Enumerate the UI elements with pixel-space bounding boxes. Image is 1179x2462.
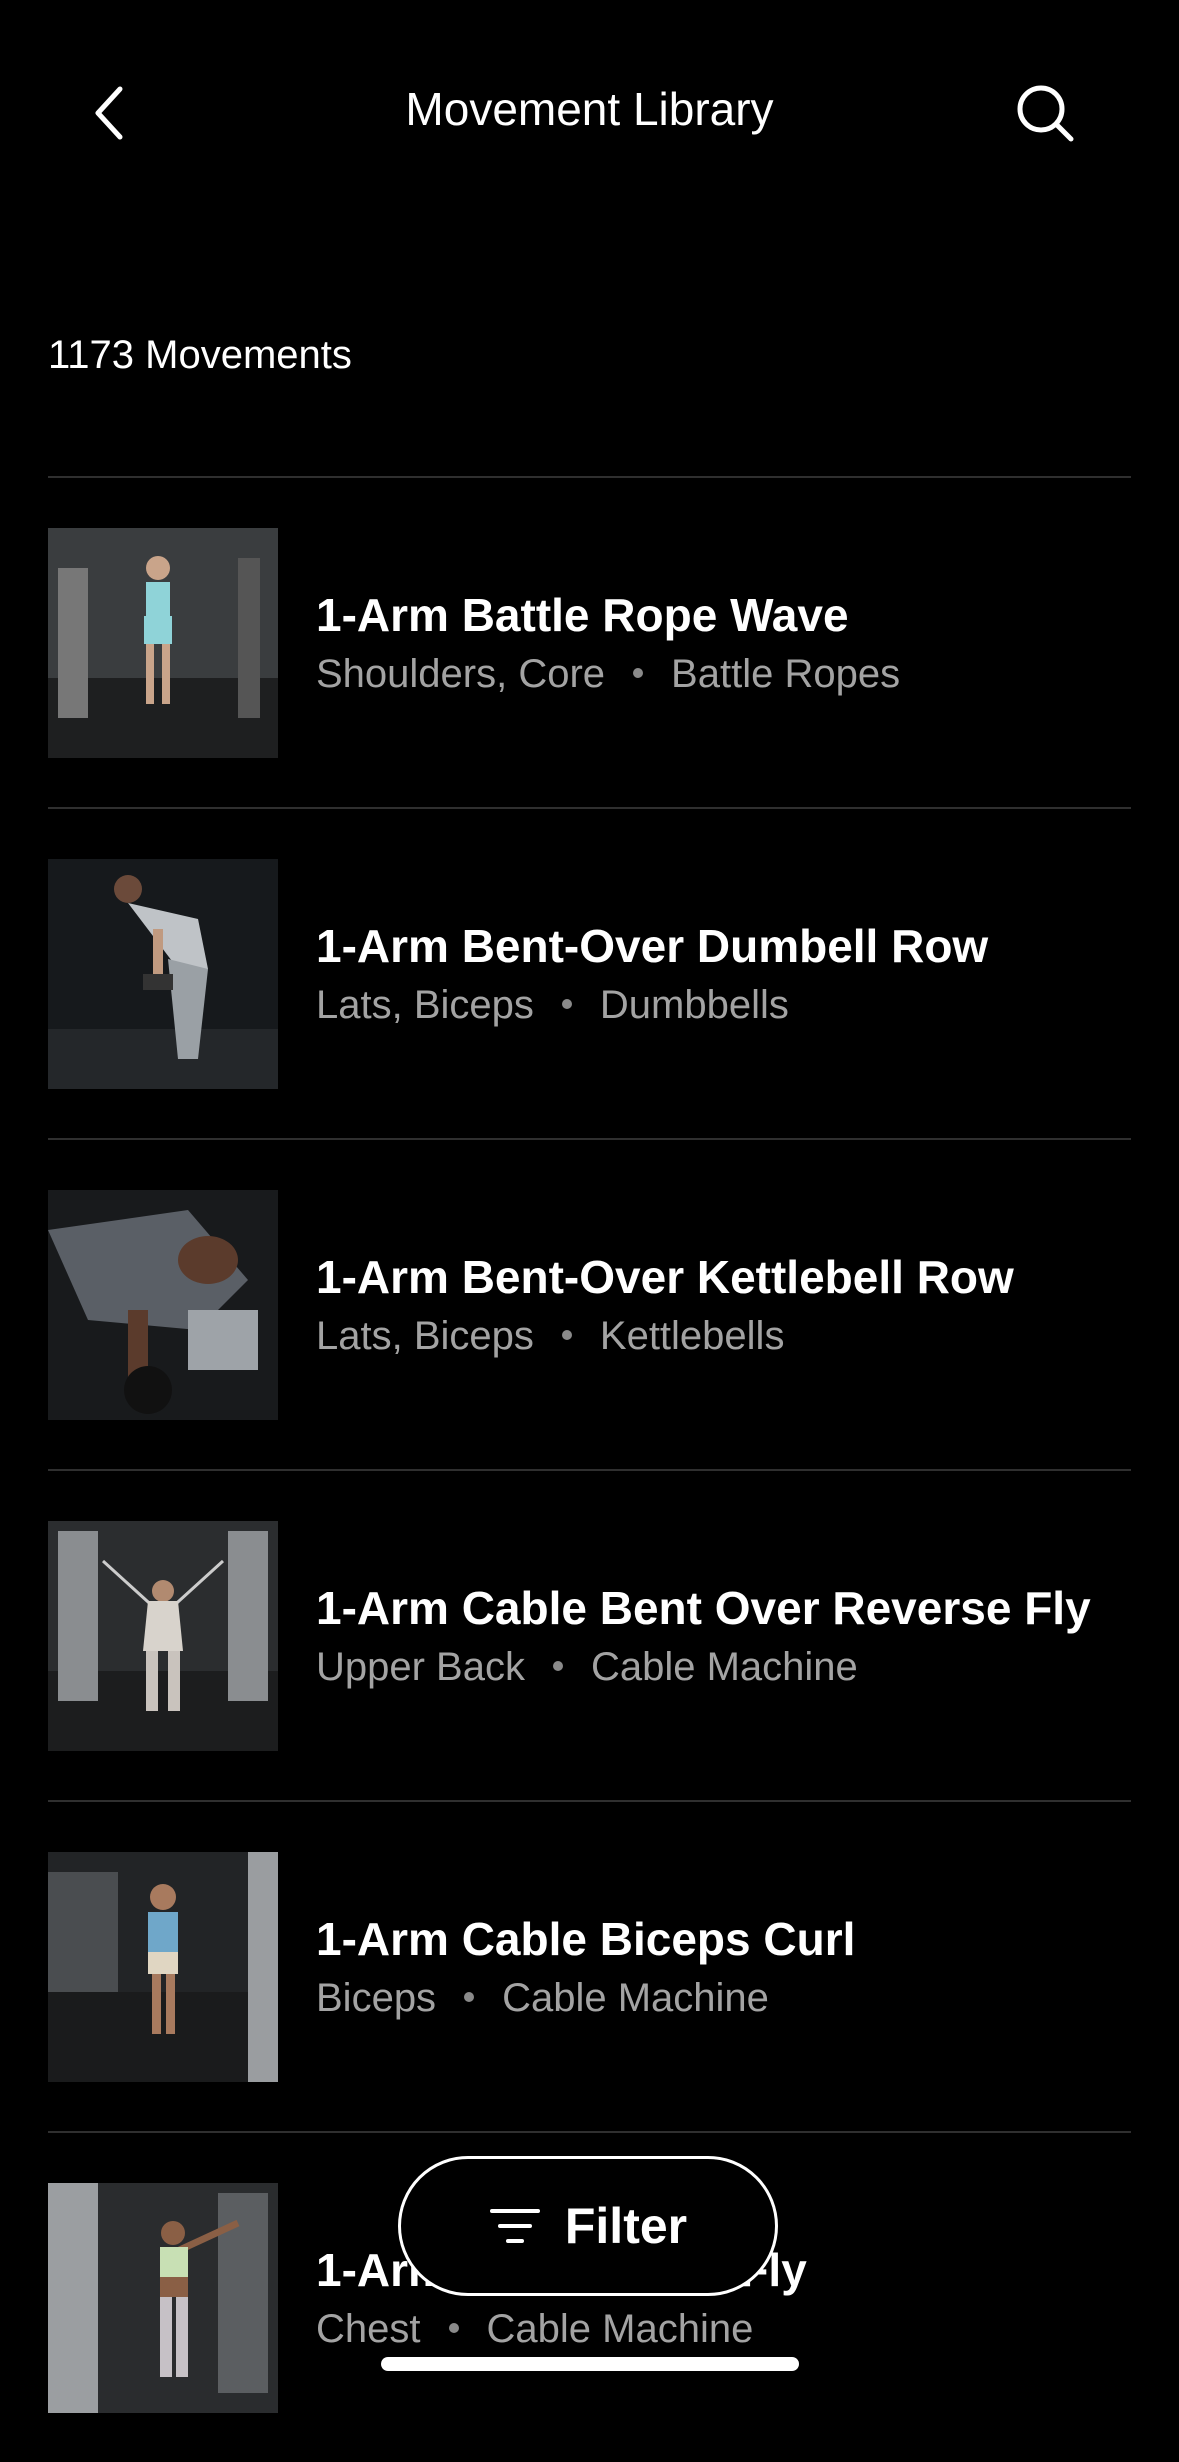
- movement-muscles: Lats, Biceps: [316, 983, 534, 1027]
- separator-dot: [464, 1992, 475, 2003]
- movement-name: 1-Arm Bent-Over Kettlebell Row: [316, 1251, 1014, 1303]
- list-item[interactable]: 1-Arm Cable Biceps Curl Biceps Cable Mach…: [48, 1800, 1131, 2131]
- filter-lines-icon: [489, 2209, 540, 2243]
- top-bar: Movement Library: [0, 0, 1179, 220]
- page-title: Movement Library: [405, 83, 774, 135]
- movement-thumbnail: [48, 1521, 278, 1751]
- filter-button[interactable]: Filter: [398, 2156, 778, 2296]
- movement-meta: Shoulders, Core Battle Ropes: [316, 646, 1131, 702]
- movement-meta: Chest Cable Machine: [316, 2301, 1131, 2357]
- movement-muscles: Chest: [316, 2307, 421, 2351]
- movement-thumbnail: [48, 1190, 278, 1420]
- movement-muscles: Biceps: [316, 1976, 437, 2020]
- movement-muscles: Shoulders, Core: [316, 652, 606, 696]
- movement-meta: Upper Back Cable Machine: [316, 1639, 1131, 1695]
- movement-name: 1-Arm Cable Bent Over Reverse Fly: [316, 1582, 1091, 1634]
- movement-count: 1173 Movements: [48, 333, 352, 377]
- search-button[interactable]: [1010, 78, 1080, 148]
- home-indicator[interactable]: [381, 2357, 799, 2371]
- list-item[interactable]: 1-Arm Bent-Over Dumbell Row Lats, Biceps…: [48, 807, 1131, 1138]
- movement-equipment: Cable Machine: [486, 2307, 754, 2351]
- separator-dot: [561, 999, 572, 1010]
- movement-meta: Lats, Biceps Kettlebells: [316, 1308, 1131, 1364]
- movement-meta: Lats, Biceps Dumbbells: [316, 977, 1131, 1033]
- movement-meta: Biceps Cable Machine: [316, 1970, 1131, 2026]
- search-icon: [1017, 85, 1074, 142]
- movement-equipment: Battle Ropes: [671, 652, 901, 696]
- movement-name: 1-Arm Battle Rope Wave: [316, 589, 849, 641]
- movement-name: 1-Arm Cable Biceps Curl: [316, 1913, 856, 1965]
- filter-label: Filter: [564, 2198, 688, 2254]
- movement-equipment: Kettlebells: [599, 1314, 785, 1358]
- movement-thumbnail: [48, 528, 278, 758]
- separator-dot: [633, 668, 644, 679]
- movement-thumbnail: [48, 859, 278, 1089]
- movement-thumbnail: [48, 1852, 278, 2082]
- movement-name: 1-Arm Bent-Over Dumbell Row: [316, 920, 989, 972]
- list-item[interactable]: 1-Arm Bent-Over Kettlebell Row Lats, Bic…: [48, 1138, 1131, 1469]
- separator-dot: [561, 1330, 572, 1341]
- movement-equipment: Dumbbells: [599, 983, 789, 1027]
- movement-muscles: Lats, Biceps: [316, 1314, 534, 1358]
- movement-thumbnail: [48, 2183, 278, 2413]
- movement-equipment: Cable Machine: [590, 1645, 858, 1689]
- list-item[interactable]: 1-Arm Battle Rope Wave Shoulders, Core Ba…: [48, 476, 1131, 807]
- movement-equipment: Cable Machine: [502, 1976, 769, 2020]
- list-item[interactable]: 1-Arm Cable Bent Over Reverse Fly Upper …: [48, 1469, 1131, 1800]
- separator-dot: [448, 2323, 459, 2334]
- separator-dot: [552, 1661, 563, 1672]
- movement-muscles: Upper Back: [316, 1645, 525, 1689]
